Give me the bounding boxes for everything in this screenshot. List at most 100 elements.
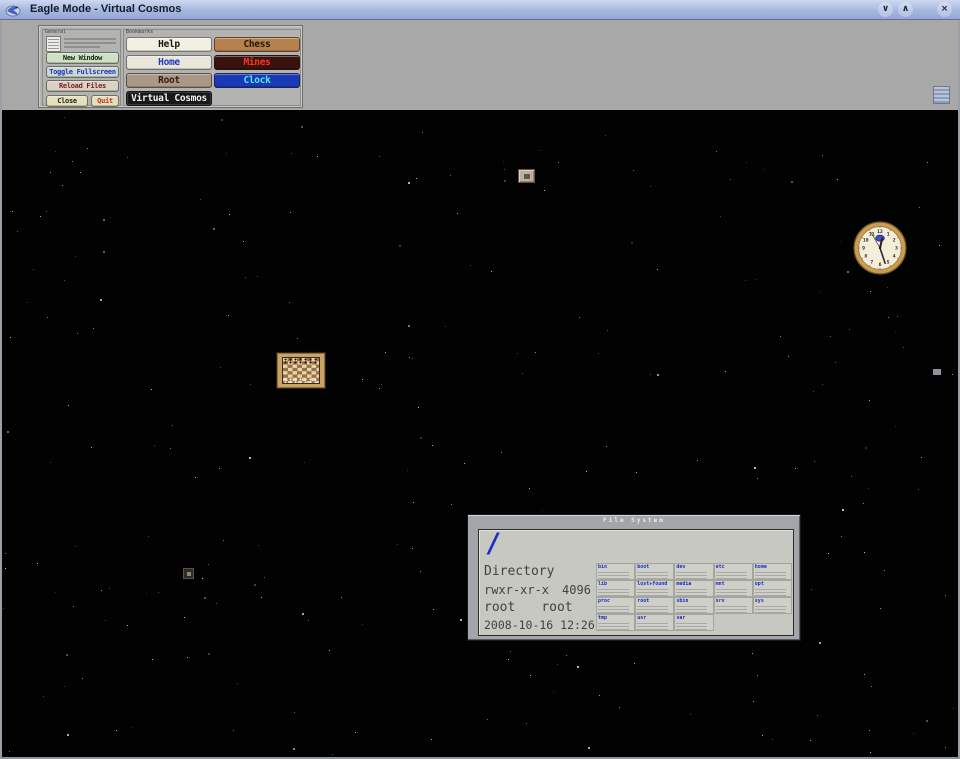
- edge-marker: [933, 369, 941, 375]
- app-icon: [5, 2, 21, 18]
- star: [504, 180, 506, 182]
- star: [605, 135, 606, 136]
- file-entry[interactable]: lib: [596, 580, 635, 597]
- bookmark-chess-button[interactable]: Chess: [214, 37, 300, 52]
- tiny-widget-thumbnail[interactable]: [183, 568, 194, 579]
- file-entry[interactable]: media: [674, 580, 713, 597]
- file-entry[interactable]: tmp: [596, 614, 635, 631]
- star: [297, 338, 298, 339]
- star: [257, 276, 258, 277]
- star: [772, 739, 773, 740]
- file-entry[interactable]: etc: [714, 563, 753, 580]
- file-entry[interactable]: bin: [596, 563, 635, 580]
- clock-widget[interactable]: 123456789101112: [853, 221, 907, 275]
- star: [127, 157, 128, 158]
- star: [317, 156, 318, 157]
- star: [37, 563, 38, 564]
- bookmark-clock-button[interactable]: Clock: [214, 73, 300, 88]
- file-entry[interactable]: opt: [753, 580, 792, 597]
- cosmos-view[interactable]: 123456789101112 File System / Directory …: [0, 110, 960, 759]
- chess-board-thumbnail[interactable]: [276, 352, 326, 389]
- star: [607, 330, 608, 331]
- file-entry-name: sys: [755, 599, 790, 604]
- file-entry[interactable]: srv: [714, 597, 753, 614]
- bookmark-root-button[interactable]: Root: [126, 73, 212, 88]
- star: [397, 544, 398, 545]
- close-window-button[interactable]: Close: [46, 95, 88, 107]
- file-entry[interactable]: root: [635, 597, 674, 614]
- star: [329, 650, 330, 651]
- bookmark-help-button[interactable]: Help: [126, 37, 212, 52]
- file-entry[interactable]: lost+found: [635, 580, 674, 597]
- star: [289, 302, 290, 303]
- star: [33, 269, 34, 270]
- star: [101, 590, 102, 591]
- clock-number: 10: [863, 237, 869, 243]
- file-entry[interactable]: mnt: [714, 580, 753, 597]
- star: [341, 597, 342, 598]
- star: [131, 727, 132, 728]
- file-grid: binbootdevetchome liblost+foundmediamntop…: [596, 563, 792, 633]
- star: [828, 553, 829, 554]
- star: [158, 592, 159, 593]
- file-entry-details: [676, 623, 707, 630]
- file-entry[interactable]: var: [674, 614, 713, 631]
- star: [650, 186, 651, 187]
- star: [487, 719, 488, 720]
- small-widget-thumbnail[interactable]: [518, 169, 535, 183]
- toggle-fullscreen-button[interactable]: Toggle Fullscreen: [46, 66, 119, 78]
- star: [80, 172, 81, 173]
- reload-files-button[interactable]: Reload Files: [46, 80, 119, 92]
- star: [261, 597, 262, 598]
- file-entry[interactable]: proc: [596, 597, 635, 614]
- star: [811, 589, 812, 590]
- star: [837, 179, 838, 180]
- star: [540, 150, 541, 151]
- star: [195, 477, 196, 478]
- file-entry[interactable]: usr: [635, 614, 674, 631]
- star: [213, 228, 215, 230]
- star: [77, 333, 78, 334]
- maximize-button[interactable]: ∧: [898, 2, 913, 17]
- title-bar[interactable]: Eagle Mode - Virtual Cosmos ∨ ∧ ×: [0, 0, 960, 20]
- star: [407, 470, 408, 471]
- bookmark-virtual-cosmos-button[interactable]: Virtual Cosmos: [126, 91, 212, 106]
- close-button[interactable]: ×: [937, 2, 952, 17]
- file-entry[interactable]: sbin: [674, 597, 713, 614]
- path-label: /: [485, 529, 501, 559]
- star: [250, 384, 251, 385]
- star: [634, 663, 635, 664]
- star: [822, 384, 823, 385]
- quit-button[interactable]: Quit: [91, 95, 119, 107]
- bookmark-mines-button[interactable]: Mines: [214, 55, 300, 70]
- star: [5, 568, 6, 569]
- new-window-button[interactable]: New Window: [46, 52, 119, 64]
- star: [416, 178, 417, 179]
- file-entry[interactable]: dev: [674, 563, 713, 580]
- file-entry-details: [755, 572, 786, 579]
- permissions: rwxr-xr-x: [484, 583, 549, 597]
- star: [187, 657, 188, 658]
- star: [517, 353, 518, 354]
- panel-resize-handle[interactable]: [933, 86, 950, 104]
- star: [47, 317, 48, 318]
- minimize-button[interactable]: ∨: [878, 2, 893, 17]
- star: [897, 316, 898, 317]
- file-entry[interactable]: boot: [635, 563, 674, 580]
- star: [220, 367, 221, 368]
- star: [379, 156, 380, 157]
- star: [599, 695, 600, 696]
- star: [221, 119, 223, 121]
- star: [127, 625, 128, 626]
- star: [110, 217, 111, 218]
- file-entry[interactable]: sys: [753, 597, 792, 614]
- star: [530, 675, 531, 676]
- star: [945, 747, 946, 748]
- star: [304, 462, 305, 463]
- file-entry[interactable]: home: [753, 563, 792, 580]
- bookmark-home-button[interactable]: Home: [126, 55, 212, 70]
- star: [152, 659, 153, 660]
- control-panel-strip: General New Window Toggle Fullscreen Rel…: [0, 20, 960, 110]
- file-system-panel[interactable]: File System / Directory rwxr-xr-x4096 ro…: [467, 514, 801, 641]
- star: [62, 185, 63, 186]
